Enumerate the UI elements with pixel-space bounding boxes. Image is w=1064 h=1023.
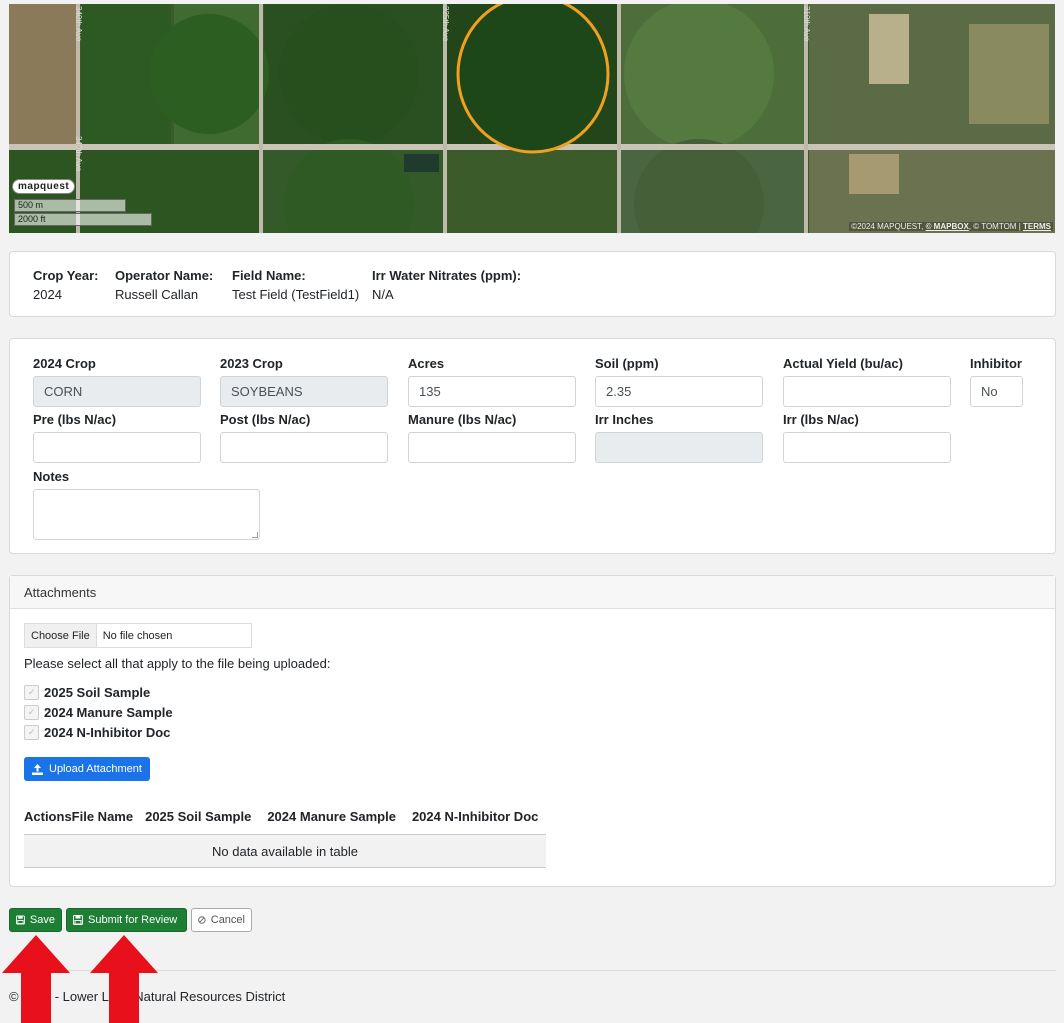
pre-group: Pre (lbs N/ac) [33,412,201,463]
post-group: Post (lbs N/ac) [220,412,388,463]
soil-group: Soil (ppm) [595,356,763,407]
map-attribution: ©2024 MAPQUEST, © MAPBOX, © TOMTOM | TER… [849,222,1053,231]
operator-info: Operator Name: Russell Callan [115,268,214,302]
select-instructions: Please select all that apply to the file… [24,656,331,671]
file-input[interactable]: Choose File No file chosen [24,623,252,648]
scale-bar-meters: 500 m [14,199,126,212]
upload-attachment-button[interactable]: Upload Attachment [24,757,150,781]
crop-2024-field [33,376,201,407]
notes-group: Notes [33,469,260,540]
irr-inches-group: Irr Inches [595,412,763,463]
mapquest-logo: mapquest [12,179,76,194]
attachments-table: Actions File Name 2025 Soil Sample 2024 … [24,809,546,868]
road-label: 310th Ave [802,6,811,42]
irr-lbs-group: Irr (lbs N/ac) [783,412,951,463]
footer-divider [9,970,1056,971]
save-button[interactable]: Save [9,908,62,932]
checkbox-icon[interactable]: ✓ [24,705,39,720]
road-label: 340th Ave [74,136,83,172]
pre-input[interactable] [33,432,201,463]
crop-form-card: 2024 Crop 2023 Crop Acres Soil (ppm) Act… [9,338,1056,554]
submit-for-review-button[interactable]: Submit for Review [66,908,187,932]
upload-icon [32,763,43,775]
crop-2023-group: 2023 Crop [220,356,388,407]
road-label: 340th Ave [74,6,83,42]
actual-yield-input[interactable] [783,376,951,407]
crop-year-info: Crop Year: 2024 [33,268,99,302]
checkbox-icon[interactable]: ✓ [24,685,39,700]
inhibitor-group: Inhibitor [970,356,1023,407]
field-name-info: Field Name: Test Field (TestField1) [232,268,360,302]
satellite-map[interactable]: 340th Ave 325th Ave 310th Ave 340th Ave … [9,4,1055,233]
checkbox-inhibitor-doc[interactable]: ✓ 2024 N-Inhibitor Doc [24,725,170,740]
floppy-disk-icon [73,915,83,925]
mapbox-link[interactable]: © MAPBOX [926,222,969,231]
floppy-disk-icon [16,915,25,925]
manure-input[interactable] [408,432,576,463]
attachments-card: Attachments Choose File No file chosen P… [9,575,1056,887]
col-actions[interactable]: Actions [24,809,72,834]
field-info-card: Crop Year: 2024 Operator Name: Russell C… [9,251,1056,317]
actual-yield-group: Actual Yield (bu/ac) [783,356,951,407]
acres-input[interactable] [408,376,576,407]
choose-file-button[interactable]: Choose File [25,624,97,647]
checkbox-icon[interactable]: ✓ [24,725,39,740]
ban-icon [198,916,206,924]
crop-2023-field [220,376,388,407]
crop-2024-group: 2024 Crop [33,356,201,407]
col-file-name[interactable]: File Name [72,809,145,834]
road-label: 325th Ave [441,6,450,42]
inhibitor-select[interactable] [970,376,1023,407]
checkbox-manure-sample[interactable]: ✓ 2024 Manure Sample [24,705,173,720]
irr-inches-field [595,432,763,463]
cancel-button[interactable]: Cancel [191,908,252,932]
table-empty-row: No data available in table [24,835,546,868]
attachments-header: Attachments [10,576,1055,609]
col-inhibitor-doc[interactable]: 2024 N-Inhibitor Doc [412,809,550,834]
map-imagery [9,4,1055,233]
table-header: Actions File Name 2025 Soil Sample 2024 … [24,809,546,835]
irr-lbs-input[interactable] [783,432,951,463]
checkbox-soil-sample[interactable]: ✓ 2025 Soil Sample [24,685,150,700]
file-status: No file chosen [102,629,173,642]
terms-link[interactable]: TERMS [1023,222,1051,231]
col-soil-sample[interactable]: 2025 Soil Sample [145,809,267,834]
scale-bar-feet: 2000 ft [14,213,152,226]
soil-input[interactable] [595,376,763,407]
red-arrow-annotation-icon [90,935,158,1023]
red-arrow-annotation-icon [2,935,70,1023]
manure-group: Manure (lbs N/ac) [408,412,576,463]
post-input[interactable] [220,432,388,463]
nitrates-info: Irr Water Nitrates (ppm): N/A [372,268,522,302]
resize-handle-icon[interactable] [252,532,258,538]
acres-group: Acres [408,356,576,407]
notes-textarea[interactable] [33,489,260,540]
col-manure-sample[interactable]: 2024 Manure Sample [267,809,412,834]
